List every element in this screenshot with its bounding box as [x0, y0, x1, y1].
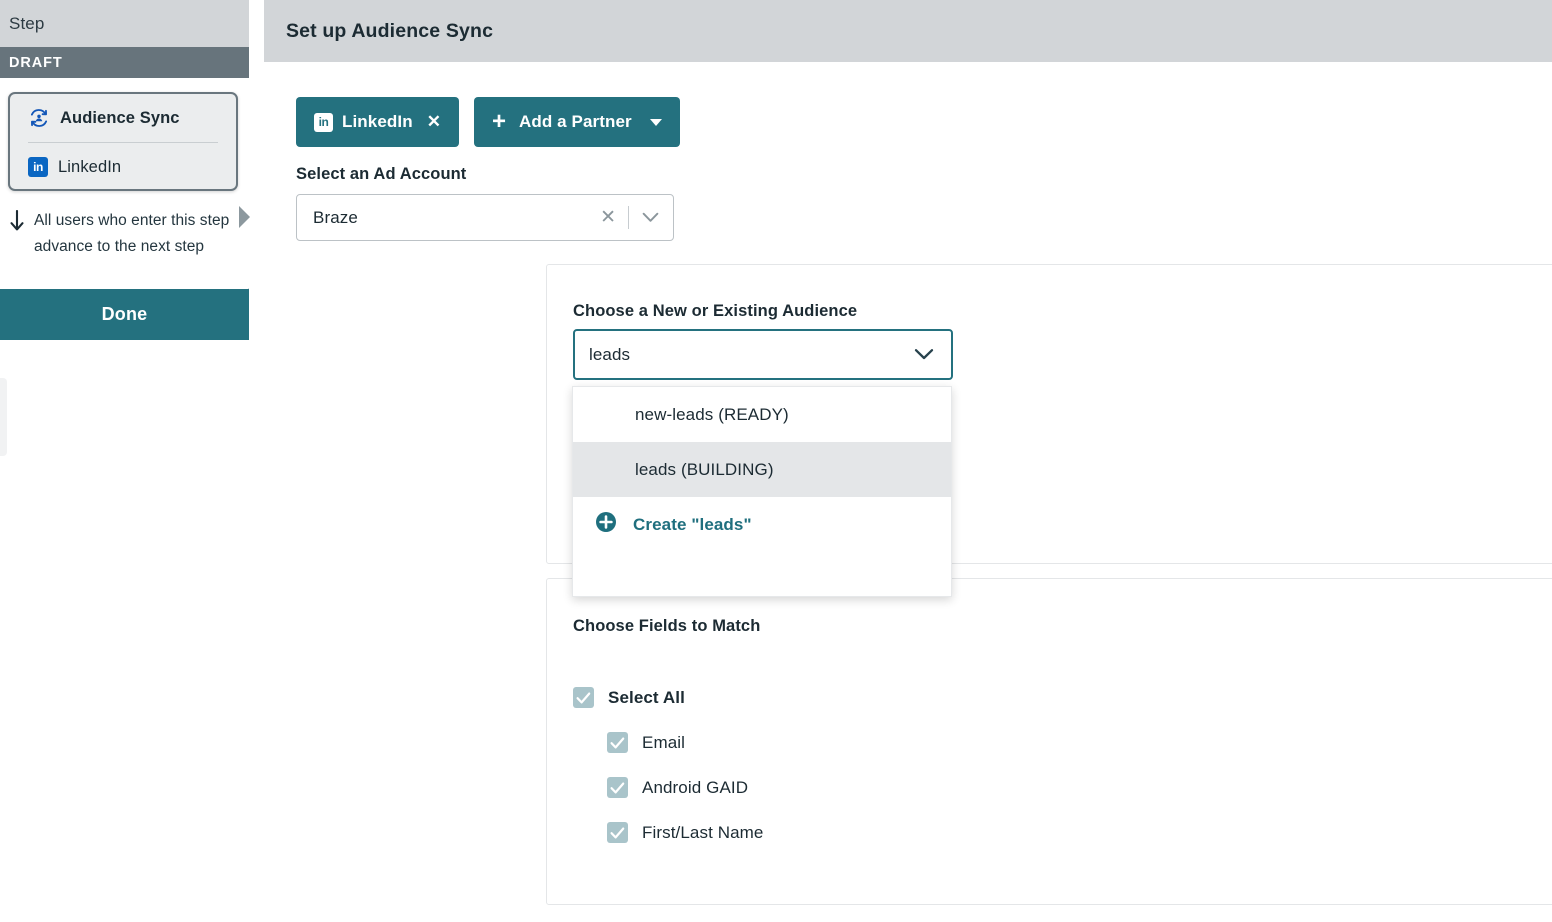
audience-sync-node-card[interactable]: Audience Sync in LinkedIn — [8, 92, 238, 191]
node-title-label: Audience Sync — [60, 108, 180, 127]
audience-sync-icon — [28, 107, 50, 129]
page-title: Set up Audience Sync — [286, 19, 494, 42]
sidebar-lower-area — [0, 340, 249, 922]
close-icon[interactable]: ✕ — [427, 112, 441, 132]
done-button[interactable]: Done — [0, 289, 249, 340]
fields-label: Choose Fields to Match — [573, 617, 761, 635]
fields-panel: Choose Fields to Match Select All Email … — [546, 578, 1552, 905]
checkbox-row-first-last-name[interactable]: First/Last Name — [607, 810, 763, 855]
audience-label: Choose a New or Existing Audience — [573, 302, 858, 320]
advance-note: All users who enter this step advance to… — [8, 208, 246, 260]
checkbox-checked-icon[interactable] — [607, 732, 628, 753]
dropdown-create-option[interactable]: Create "leads" — [573, 497, 951, 552]
status-badge-label: DRAFT — [9, 54, 63, 71]
ad-account-label: Select an Ad Account — [296, 165, 467, 183]
done-button-label: Done — [101, 304, 148, 324]
partner-chip-linkedin[interactable]: in LinkedIn ✕ — [296, 97, 459, 147]
checkbox-label-select-all: Select All — [608, 687, 685, 707]
partners-row: in LinkedIn ✕ + Add a Partner — [296, 97, 680, 147]
checkbox-row-email[interactable]: Email — [607, 720, 763, 765]
checkbox-checked-icon[interactable] — [607, 822, 628, 843]
dropdown-option-new-leads[interactable]: new-leads (READY) — [573, 387, 951, 442]
checkbox-checked-icon[interactable] — [573, 687, 594, 708]
linkedin-icon: in — [314, 112, 333, 132]
audience-combobox[interactable]: leads — [573, 329, 953, 380]
sidebar-canvas: Audience Sync in LinkedIn All users who … — [0, 78, 250, 366]
checkbox-label-email: Email — [642, 732, 686, 752]
add-partner-button[interactable]: + Add a Partner — [473, 97, 680, 147]
sidebar-step-header: Step — [0, 0, 249, 47]
chevron-down-icon[interactable] — [629, 212, 673, 223]
dropdown-option-leads[interactable]: leads (BUILDING) — [573, 442, 951, 497]
dropdown-create-label: Create "leads" — [633, 514, 752, 534]
advance-note-text: All users who enter this step advance to… — [34, 212, 230, 255]
app-root: Step DRAFT Audience Sync in LinkedIn All… — [0, 0, 1552, 922]
audience-input[interactable]: leads — [575, 345, 914, 365]
partner-chip-label: LinkedIn — [342, 112, 413, 131]
chevron-down-icon — [649, 118, 662, 126]
add-partner-label: Add a Partner — [518, 112, 632, 131]
main-pane: Set up Audience Sync in LinkedIn ✕ + Add… — [250, 0, 1552, 922]
sidebar-step-label: Step — [9, 13, 45, 33]
checkbox-row-android-gaid[interactable]: Android GAID — [607, 765, 763, 810]
plus-circle-icon — [595, 511, 617, 538]
chevron-down-icon[interactable] — [914, 348, 951, 361]
left-edge-handle[interactable] — [0, 378, 7, 456]
checkbox-row-select-all[interactable]: Select All — [573, 675, 763, 720]
checkbox-checked-icon[interactable] — [607, 777, 628, 798]
arrow-down-icon — [8, 208, 26, 237]
node-partner-label: LinkedIn — [58, 157, 122, 176]
node-title-row: Audience Sync — [10, 94, 236, 142]
linkedin-icon: in — [28, 157, 48, 177]
step-sidebar: Step DRAFT Audience Sync in LinkedIn All… — [0, 0, 250, 922]
node-partner-row: in LinkedIn — [10, 143, 236, 191]
close-icon[interactable]: ✕ — [588, 208, 628, 227]
checkbox-label-android-gaid: Android GAID — [642, 777, 749, 797]
checkbox-label-first-last-name: First/Last Name — [642, 822, 764, 842]
status-badge: DRAFT — [0, 47, 249, 78]
plus-icon: + — [491, 108, 506, 135]
fields-checkbox-list: Select All Email Android GAID First/Last… — [573, 675, 763, 855]
page-header: Set up Audience Sync — [264, 0, 1552, 62]
ad-account-value: Braze — [313, 207, 358, 227]
ad-account-select[interactable]: Braze ✕ — [296, 194, 674, 241]
audience-dropdown-menu: new-leads (READY) leads (BUILDING) Creat… — [572, 386, 952, 597]
